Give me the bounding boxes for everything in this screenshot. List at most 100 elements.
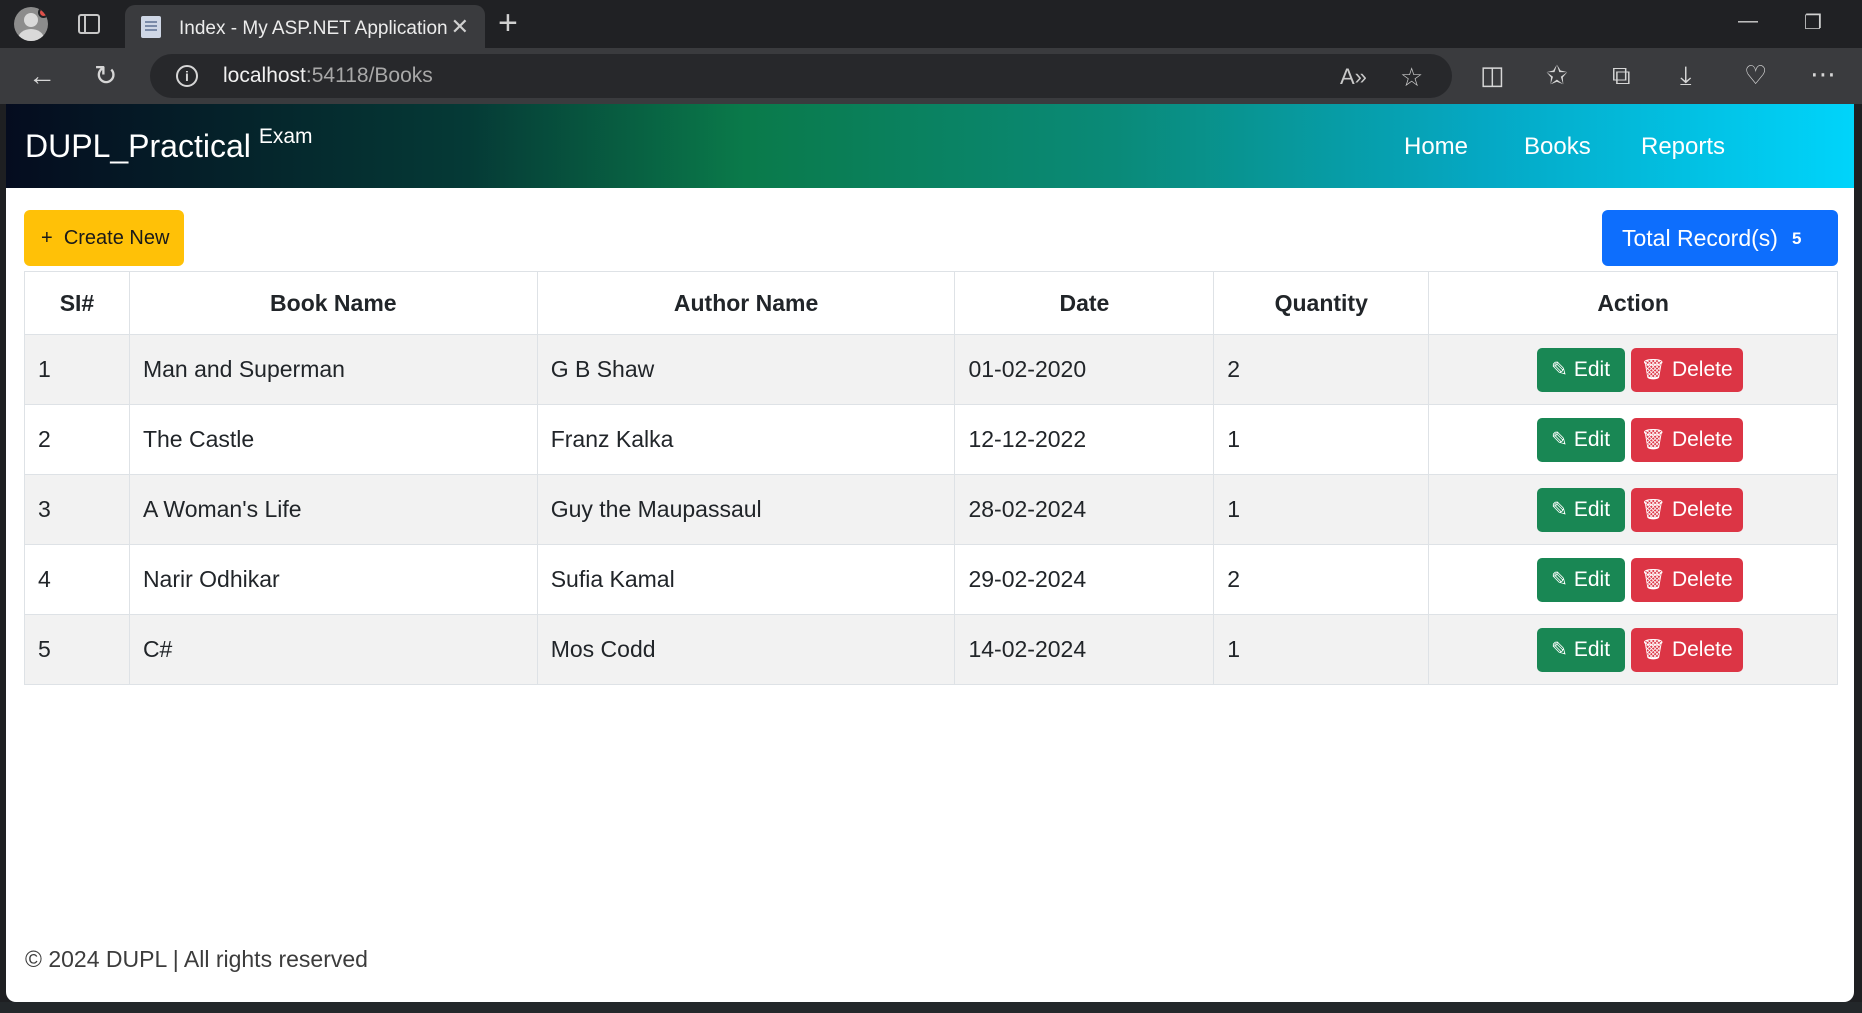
favorite-star-icon[interactable]: ☆ — [1400, 62, 1423, 93]
cell-si: 2 — [24, 404, 130, 475]
new-tab-icon[interactable]: + — [498, 6, 518, 40]
pencil-icon: ✎ — [1551, 638, 1568, 661]
edit-label: Edit — [1573, 427, 1611, 451]
table-row: 5 C# Mos Codd 14-02-2024 1 ✎ Edit 🗑 Delete — [24, 614, 1838, 685]
delete-button[interactable]: 🗑 Delete — [1630, 627, 1743, 672]
cell-author-name: G B Shaw — [536, 334, 956, 405]
edit-label: Edit — [1573, 567, 1611, 591]
table-body: 1 Man and Superman G B Shaw 01-02-2020 2 ✎ Edi… — [24, 334, 1838, 685]
cell-si: 5 — [24, 614, 130, 685]
favorites-icon[interactable]: ✩ — [1546, 61, 1568, 89]
profile-avatar-icon[interactable] — [14, 7, 48, 41]
table-row: 2 The Castle Franz Kalka 12-12-2022 1 ✎ Edit 🗑 D… — [24, 404, 1838, 475]
delete-label: Delete — [1671, 637, 1733, 661]
cell-book-name: The Castle — [128, 404, 538, 475]
books-table: SI# Book Name Author Name Date Quantity … — [24, 271, 1838, 685]
edit-button[interactable]: ✎ Edit — [1536, 487, 1625, 532]
header-date: Date — [954, 271, 1215, 335]
site-navbar: DUPL_Practical Exam Home Books Reports — [6, 104, 1854, 188]
back-icon[interactable]: ← — [28, 62, 56, 90]
tab-close-icon[interactable]: ✕ — [451, 14, 469, 40]
page-favicon-icon — [141, 16, 161, 38]
delete-button[interactable]: 🗑 Delete — [1630, 417, 1743, 462]
window-bottom-edge — [0, 1002, 1862, 1013]
edit-label: Edit — [1573, 637, 1611, 661]
delete-button[interactable]: 🗑 Delete — [1630, 557, 1743, 602]
delete-label: Delete — [1671, 567, 1733, 591]
address-bar[interactable]: i localhost:54118/Books A» ☆ — [150, 54, 1452, 98]
trash-icon: 🗑 — [1640, 428, 1666, 451]
cell-si: 3 — [24, 474, 130, 545]
cell-action: ✎ Edit 🗑 Delete — [1428, 334, 1838, 405]
cell-quantity: 1 — [1213, 404, 1430, 475]
cell-author-name: Franz Kalka — [536, 404, 956, 475]
cell-author-name: Mos Codd — [536, 614, 956, 685]
edit-label: Edit — [1573, 497, 1611, 521]
delete-button[interactable]: 🗑 Delete — [1630, 347, 1743, 392]
browser-toolbar: ← ↻ i localhost:54118/Books A» ☆ ◫ ✩ ⧉ ⤓… — [0, 48, 1862, 104]
more-options-icon[interactable]: ⋯ — [1810, 60, 1836, 88]
minimize-icon[interactable]: — — [1738, 10, 1758, 33]
collections-icon[interactable]: ⧉ — [1612, 61, 1631, 89]
delete-label: Delete — [1671, 357, 1733, 381]
tab-title: Index - My ASP.NET Application — [179, 18, 448, 39]
cell-si: 4 — [24, 544, 130, 615]
edit-button[interactable]: ✎ Edit — [1536, 347, 1625, 392]
cell-book-name: Narir Odhikar — [128, 544, 538, 615]
header-quantity: Quantity — [1213, 271, 1430, 335]
edit-button[interactable]: ✎ Edit — [1536, 627, 1625, 672]
cell-date: 01-02-2020 — [954, 334, 1215, 405]
nav-link-home[interactable]: Home — [1404, 133, 1468, 161]
cell-author-name: Sufia Kamal — [536, 544, 956, 615]
cell-date: 29-02-2024 — [954, 544, 1215, 615]
cell-action: ✎ Edit 🗑 Delete — [1428, 614, 1838, 685]
header-action: Action — [1428, 271, 1838, 335]
vertical-tabs-icon[interactable] — [78, 14, 100, 34]
edit-button[interactable]: ✎ Edit — [1536, 417, 1625, 462]
cell-book-name: A Woman's Life — [128, 474, 538, 545]
trash-icon: 🗑 — [1640, 638, 1666, 661]
plus-icon: + — [41, 227, 53, 249]
cell-book-name: Man and Superman — [128, 334, 538, 405]
cell-si: 1 — [24, 334, 130, 405]
create-new-button[interactable]: + Create New — [24, 210, 184, 266]
cell-quantity: 2 — [1213, 544, 1430, 615]
footer-copyright: © 2024 DUPL | All rights reserved — [25, 946, 368, 972]
refresh-icon[interactable]: ↻ — [94, 62, 117, 90]
total-records-badge[interactable]: Total Record(s) 5 — [1602, 210, 1838, 266]
edit-label: Edit — [1573, 357, 1611, 381]
edit-button[interactable]: ✎ Edit — [1536, 557, 1625, 602]
page-viewport: DUPL_Practical Exam Home Books Reports + … — [6, 104, 1854, 1002]
site-brand[interactable]: DUPL_Practical Exam — [25, 125, 313, 165]
delete-button[interactable]: 🗑 Delete — [1630, 487, 1743, 532]
cell-book-name: C# — [128, 614, 538, 685]
downloads-icon[interactable]: ⤓ — [1680, 61, 1692, 89]
pencil-icon: ✎ — [1551, 358, 1568, 381]
nav-link-reports[interactable]: Reports — [1641, 133, 1725, 161]
table-header-row: SI# Book Name Author Name Date Quantity … — [24, 271, 1838, 335]
cell-quantity: 1 — [1213, 614, 1430, 685]
pencil-icon: ✎ — [1551, 498, 1568, 521]
browser-essentials-icon[interactable]: ♡ — [1744, 61, 1767, 89]
trash-icon: 🗑 — [1640, 498, 1666, 521]
trash-icon: 🗑 — [1640, 358, 1666, 381]
cell-action: ✎ Edit 🗑 Delete — [1428, 544, 1838, 615]
total-records-count: 5 — [1791, 229, 1802, 248]
browser-titlebar: Index - My ASP.NET Application ✕ + — ❐ — [0, 0, 1862, 48]
cell-action: ✎ Edit 🗑 Delete — [1428, 404, 1838, 475]
create-new-label: Create New — [63, 227, 170, 249]
browser-tab-active[interactable]: Index - My ASP.NET Application ✕ — [125, 5, 485, 48]
url-text[interactable]: localhost:54118/Books — [223, 64, 433, 88]
read-aloud-icon[interactable]: A» — [1340, 64, 1367, 90]
split-screen-icon[interactable]: ◫ — [1480, 61, 1505, 89]
nav-link-books[interactable]: Books — [1524, 133, 1591, 161]
header-book-name: Book Name — [128, 271, 538, 335]
pencil-icon: ✎ — [1551, 428, 1568, 451]
site-info-icon[interactable]: i — [176, 65, 198, 87]
header-author-name: Author Name — [536, 271, 956, 335]
restore-icon[interactable]: ❐ — [1804, 10, 1822, 35]
table-row: 4 Narir Odhikar Sufia Kamal 29-02-2024 2 ✎ Edi… — [24, 544, 1838, 615]
delete-label: Delete — [1671, 427, 1733, 451]
table-row: 3A Woman's Life Guy the Maupassaul 28-02-2… — [24, 474, 1838, 545]
cell-date: 28-02-2024 — [954, 474, 1215, 545]
